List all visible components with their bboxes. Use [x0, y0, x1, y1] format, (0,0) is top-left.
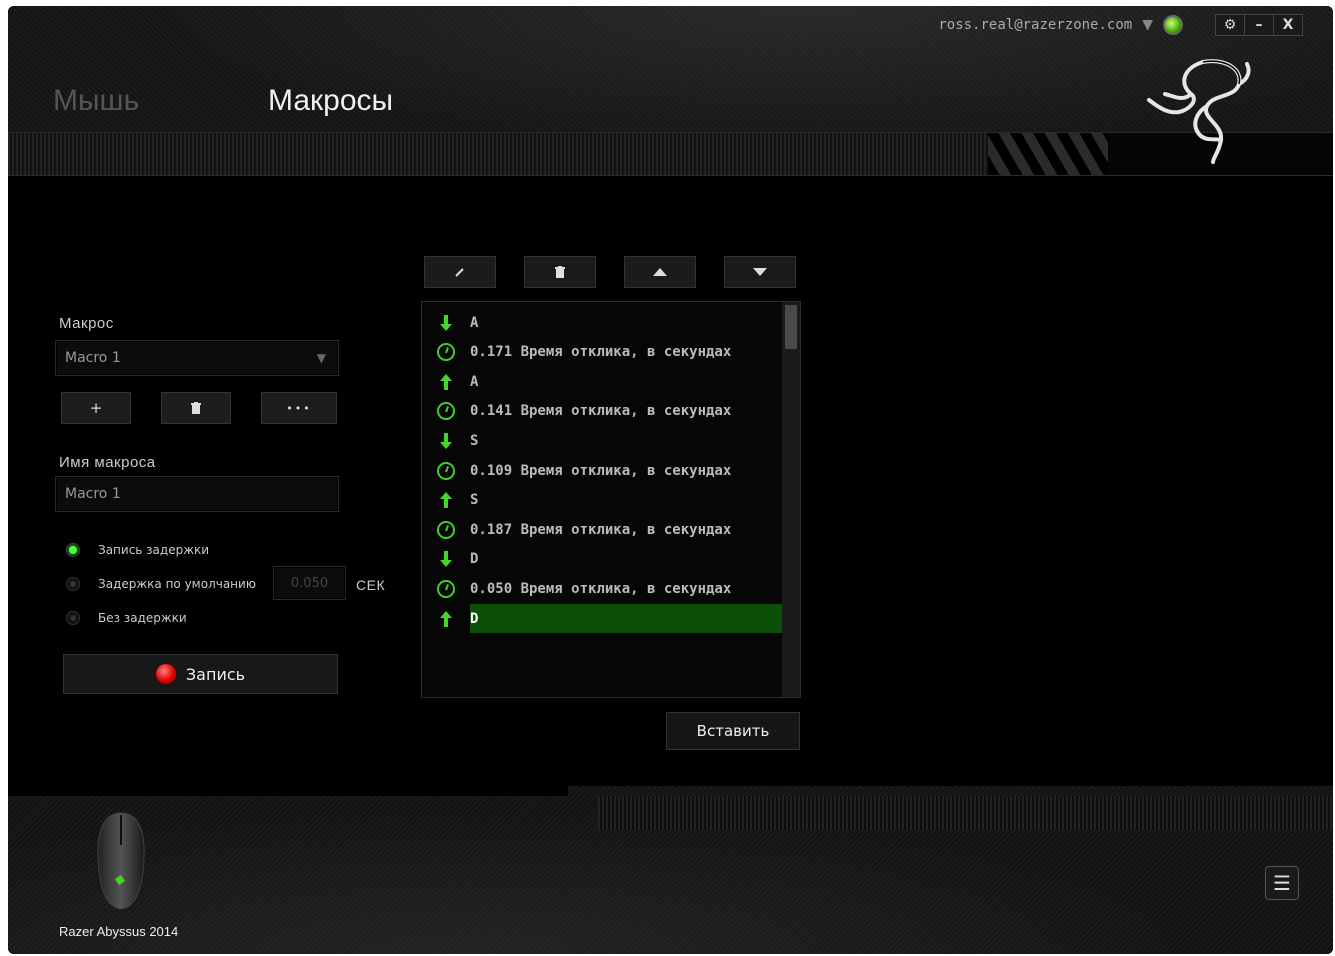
clock-icon	[422, 461, 470, 480]
edit-item-button[interactable]	[424, 256, 496, 288]
add-macro-button[interactable]: +	[61, 392, 131, 424]
list-item-label: 0.109 Время отклика, в секундах	[470, 462, 732, 479]
online-status-icon	[1163, 15, 1183, 35]
list-item[interactable]: S	[422, 486, 782, 515]
list-item-label: 0.171 Время отклика, в секундах	[470, 344, 732, 361]
account-email[interactable]: ross.real@razerzone.com	[938, 17, 1132, 33]
macro-name-input[interactable]: Macro 1	[55, 476, 339, 512]
delete-item-button[interactable]	[524, 256, 596, 288]
razer-logo-icon	[1147, 59, 1251, 164]
radio-button[interactable]	[66, 577, 80, 591]
hamburger-icon: ☰	[1273, 871, 1291, 895]
more-options-button[interactable]: •••	[261, 392, 337, 424]
scrollbar[interactable]	[782, 302, 800, 697]
trash-icon	[191, 402, 201, 414]
list-item-label: S	[470, 492, 479, 509]
list-item-label: D	[470, 604, 782, 633]
clock-icon	[422, 402, 470, 421]
move-up-button[interactable]	[624, 256, 696, 288]
list-item-label: D	[470, 551, 479, 568]
header: Мышь Макросы ross.real@razerzone.com ▼ ⚙…	[8, 6, 1333, 176]
record-button[interactable]: Запись	[63, 654, 338, 694]
arrow-up-icon	[422, 373, 470, 390]
app-window: Мышь Макросы ross.real@razerzone.com ▼ ⚙…	[8, 6, 1333, 954]
list-item[interactable]: 0.050 Время отклика, в секундах	[422, 574, 782, 603]
default-delay-input[interactable]: 0.050	[273, 566, 346, 600]
macro-name-value: Macro 1	[65, 486, 121, 502]
list-item[interactable]: A	[422, 367, 782, 396]
gear-icon: ⚙	[1223, 17, 1237, 33]
list-item[interactable]: S	[422, 426, 782, 455]
macro-label: Макрос	[59, 315, 114, 332]
account-dropdown-icon[interactable]: ▼	[1142, 17, 1153, 33]
arrow-down-icon	[422, 432, 470, 449]
arrow-up-icon	[422, 492, 470, 509]
list-item[interactable]: D	[422, 604, 782, 633]
list-item-label: 0.187 Время отклика, в секундах	[470, 521, 732, 538]
radio-default-delay[interactable]: Задержка по умолчанию	[66, 577, 256, 591]
arrow-up-icon	[422, 610, 470, 627]
macro-select-value: Macro 1	[65, 350, 121, 366]
chevron-down-icon: ▼	[316, 351, 326, 365]
list-item[interactable]: 0.109 Время отклика, в секундах	[422, 456, 782, 485]
close-button[interactable]: X	[1273, 15, 1302, 35]
radio-record-delay[interactable]: Запись задержки	[66, 543, 209, 557]
radio-no-delay[interactable]: Без задержки	[66, 611, 187, 625]
list-item-label: A	[470, 373, 479, 390]
delete-macro-button[interactable]	[161, 392, 231, 424]
mouse-device-icon	[97, 812, 145, 910]
clock-icon	[422, 579, 470, 598]
insert-button[interactable]: Вставить	[666, 712, 800, 750]
footer-band	[598, 796, 1333, 830]
list-item-label: A	[470, 314, 479, 331]
triangle-up-icon	[653, 268, 667, 276]
topbar: ross.real@razerzone.com ▼ ⚙ – X	[938, 14, 1303, 36]
delay-unit-label: СЕК	[356, 577, 386, 593]
macro-select[interactable]: Macro 1 ▼	[55, 340, 339, 376]
menu-button[interactable]: ☰	[1265, 866, 1299, 900]
pencil-icon	[455, 268, 464, 277]
footer-edge	[8, 786, 568, 796]
move-down-button[interactable]	[724, 256, 796, 288]
arrow-down-icon	[422, 551, 470, 568]
list-item[interactable]: 0.187 Время отклика, в секундах	[422, 515, 782, 544]
clock-icon	[422, 520, 470, 539]
record-icon	[155, 664, 176, 684]
tab-macros[interactable]: Макросы	[268, 84, 393, 118]
list-item[interactable]: A	[422, 308, 782, 337]
header-band	[8, 132, 1333, 176]
list-item[interactable]: 0.141 Время отклика, в секундах	[422, 397, 782, 426]
window-controls: ⚙ – X	[1215, 14, 1303, 36]
list-item[interactable]: D	[422, 545, 782, 574]
trash-icon	[555, 266, 565, 278]
arrow-down-icon	[422, 314, 470, 331]
radio-label: Без задержки	[98, 611, 187, 625]
radio-label: Запись задержки	[98, 543, 210, 557]
scrollbar-thumb[interactable]	[785, 305, 797, 349]
radio-button[interactable]	[66, 611, 80, 625]
triangle-down-icon	[753, 268, 767, 276]
header-stripes	[988, 133, 1108, 175]
footer: Razer Abyssus 2014 ☰	[8, 786, 1333, 954]
list-item-label: S	[470, 432, 479, 449]
record-label: Запись	[185, 664, 246, 684]
minimize-button[interactable]: –	[1244, 15, 1273, 35]
radio-label: Задержка по умолчанию	[98, 577, 256, 591]
macro-event-list[interactable]: A 0.171 Время отклика, в секундах A 0.141 В…	[421, 301, 801, 698]
macro-name-label: Имя макроса	[59, 454, 156, 471]
list-item[interactable]: 0.171 Время отклика, в секундах	[422, 338, 782, 367]
list-item-label: 0.050 Время отклика, в секундах	[470, 580, 732, 597]
radio-button[interactable]	[66, 543, 80, 557]
device-name: Razer Abyssus 2014	[59, 924, 179, 939]
settings-button[interactable]: ⚙	[1216, 15, 1244, 35]
clock-icon	[422, 343, 470, 362]
list-item-label: 0.141 Время отклика, в секундах	[470, 403, 732, 420]
tab-mouse[interactable]: Мышь	[53, 84, 139, 118]
